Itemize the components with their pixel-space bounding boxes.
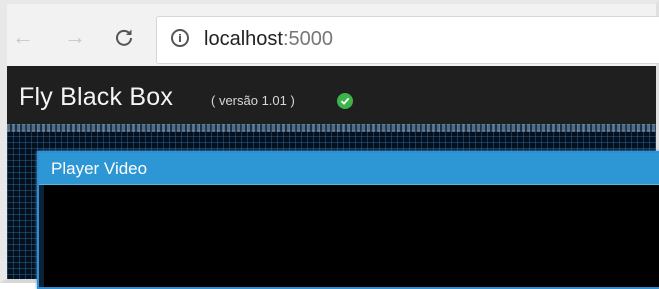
status-check-icon bbox=[337, 93, 353, 109]
url-text[interactable]: localhost:5000 bbox=[204, 28, 333, 51]
app-title: Fly Black Box bbox=[19, 83, 174, 111]
reload-icon[interactable] bbox=[113, 26, 135, 48]
video-area[interactable] bbox=[39, 185, 659, 287]
app-version: ( versão 1.01 ) bbox=[211, 93, 295, 108]
address-bar[interactable]: i localhost:5000 bbox=[156, 16, 659, 64]
screenshot-frame: ← → i localhost:5000 Fly Black Box ( ver… bbox=[0, 0, 659, 289]
grid-top-strip bbox=[7, 124, 656, 132]
player-header[interactable]: Player Video bbox=[39, 153, 659, 185]
app-header: Fly Black Box ( versão 1.01 ) bbox=[7, 66, 656, 124]
browser-toolbar: ← → i localhost:5000 bbox=[7, 4, 659, 70]
info-icon[interactable]: i bbox=[171, 29, 189, 47]
player-panel: Player Video bbox=[37, 151, 659, 289]
player-title: Player Video bbox=[51, 159, 148, 178]
url-host: localhost bbox=[204, 28, 283, 50]
reload-arrow-icon bbox=[116, 29, 132, 46]
back-arrow-icon[interactable]: ← bbox=[12, 26, 34, 48]
check-mark-icon bbox=[340, 97, 350, 105]
forward-arrow-icon[interactable]: → bbox=[64, 26, 86, 48]
url-port: :5000 bbox=[282, 28, 333, 50]
background-grid: Player Video bbox=[7, 124, 659, 289]
